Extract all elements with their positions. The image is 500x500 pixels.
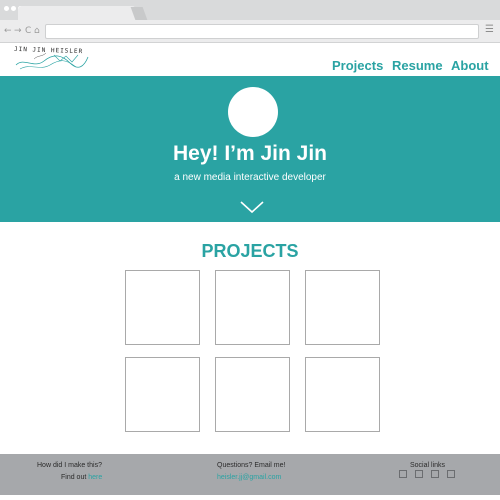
hero-subtitle: a new media interactive developer — [174, 172, 326, 183]
window-control-dot[interactable] — [11, 6, 16, 11]
social-link-icon[interactable] — [447, 470, 455, 478]
chevron-down-icon[interactable] — [239, 200, 265, 214]
project-card[interactable] — [305, 270, 380, 345]
footer-build-prefix: Find out — [61, 474, 89, 481]
home-icon[interactable]: ⌂ — [34, 24, 40, 38]
nav-link-projects[interactable]: Projects — [332, 58, 383, 73]
hero-title: Hey! I’m Jin Jin — [172, 142, 328, 165]
project-card[interactable] — [215, 270, 290, 345]
nav-link-resume[interactable]: Resume — [392, 58, 443, 73]
hero-banner: Hey! I’m Jin Jin a new media interactive… — [0, 76, 500, 222]
site-footer: How did I make this? Find out here Quest… — [0, 454, 500, 495]
browser-tab-active[interactable] — [18, 6, 136, 20]
avatar — [228, 87, 278, 137]
footer-build-line: Find out here — [61, 473, 102, 482]
social-link-icon[interactable] — [415, 470, 423, 478]
back-icon[interactable]: ← — [4, 24, 12, 38]
footer-build-title: How did I make this? — [37, 462, 102, 469]
browser-toolbar: ← → C ⌂ ☰ — [0, 20, 500, 43]
forward-icon[interactable]: → — [14, 24, 22, 38]
reload-icon[interactable]: C — [25, 24, 31, 38]
project-card[interactable] — [305, 357, 380, 432]
site-logo[interactable]: JIN JIN HEISLER — [14, 46, 90, 73]
footer-email-title: Questions? Email me! — [217, 462, 286, 469]
address-bar[interactable] — [45, 24, 479, 39]
footer-build-link[interactable]: here — [88, 474, 102, 481]
menu-icon[interactable]: ☰ — [485, 23, 494, 37]
footer-social-title: Social links — [410, 462, 446, 469]
logo-sketch-icon — [15, 52, 89, 70]
project-card[interactable] — [125, 270, 200, 345]
browser-tab-bar — [0, 0, 500, 20]
social-link-icon[interactable] — [399, 470, 407, 478]
footer-email-link[interactable]: heisler.jj@gmail.com — [217, 473, 281, 482]
social-link-icon[interactable] — [431, 470, 439, 478]
window-control-dot[interactable] — [4, 6, 9, 11]
nav-link-about[interactable]: About — [451, 58, 489, 73]
site-header: JIN JIN HEISLER Projects Resume About — [0, 43, 500, 76]
project-card[interactable] — [125, 357, 200, 432]
projects-heading: PROJECTS — [201, 241, 299, 261]
project-card[interactable] — [215, 357, 290, 432]
page-bottom-edge — [0, 495, 500, 500]
